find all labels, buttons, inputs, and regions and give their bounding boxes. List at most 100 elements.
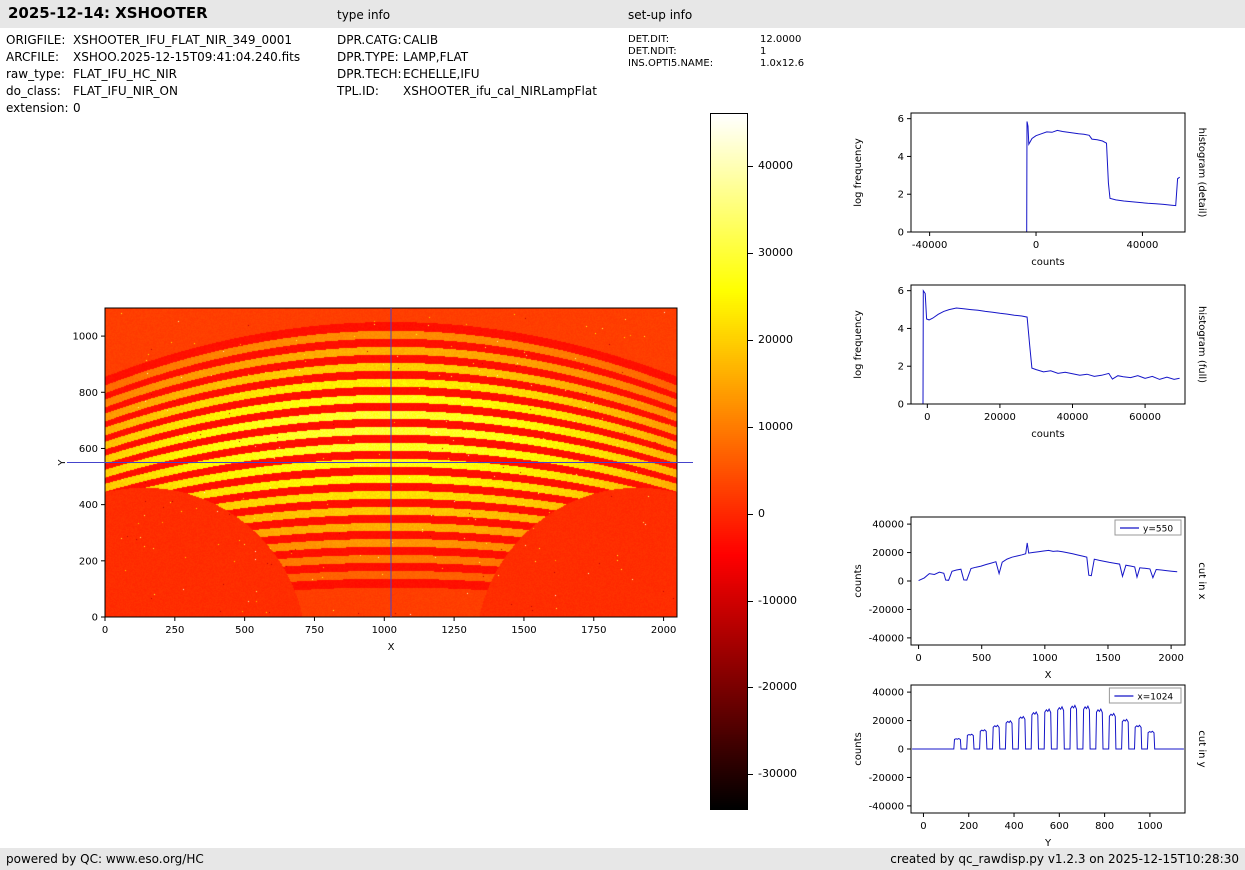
svg-text:40000: 40000 (872, 520, 904, 531)
raw_frame-axes: 0250500750100012501500175020000200400600… (40, 300, 720, 662)
svg-text:counts: counts (853, 564, 864, 597)
info-label: ARCFILE: (6, 49, 73, 66)
info-row: DET.DIT:12.0000 (628, 34, 804, 46)
svg-text:1500: 1500 (511, 625, 536, 636)
colorbar-tick-label: 0 (758, 507, 765, 520)
svg-text:200: 200 (959, 821, 978, 832)
info-value: 12.0000 (760, 34, 801, 46)
info-label: ORIGFILE: (6, 32, 73, 49)
svg-text:800: 800 (1095, 821, 1114, 832)
info-value: LAMP,FLAT (403, 49, 468, 66)
svg-text:500: 500 (972, 653, 991, 664)
info-label: raw_type: (6, 66, 73, 83)
svg-text:counts: counts (1031, 429, 1064, 440)
info-value: XSHOOTER_IFU_FLAT_NIR_349_0001 (73, 32, 292, 49)
svg-text:X: X (388, 642, 395, 653)
info-row: DPR.TYPE:LAMP,FLAT (337, 49, 597, 66)
svg-text:750: 750 (305, 625, 324, 636)
info-value: FLAT_IFU_HC_NIR (73, 66, 177, 83)
info-value: 1 (760, 46, 766, 58)
svg-text:log frequency: log frequency (853, 138, 864, 207)
svg-text:0: 0 (898, 745, 904, 756)
svg-text:250: 250 (165, 625, 184, 636)
svg-text:400: 400 (1004, 821, 1023, 832)
info-value: CALIB (403, 32, 438, 49)
svg-text:40000: 40000 (1057, 412, 1089, 423)
info-value: ECHELLE,IFU (403, 66, 480, 83)
cut_x-axes: 0500100015002000-40000-2000002000040000X… (840, 509, 1222, 683)
svg-text:0: 0 (92, 613, 98, 624)
qc-rawdisp-report: 2025-12-14: XSHOOTER type info set-up in… (0, 0, 1245, 870)
cut_y-axes: 02004006008001000-40000-2000002000040000… (840, 677, 1222, 851)
footer-qc-link[interactable]: www.eso.org/HC (106, 852, 204, 866)
colorbar-tick-label: 40000 (758, 159, 793, 172)
svg-text:0: 0 (102, 625, 108, 636)
footer-powered: powered by QC: www.eso.org/HC (6, 848, 204, 870)
svg-text:0: 0 (898, 577, 904, 588)
colorbar-tick (748, 774, 753, 775)
colorbar-tick-label: 20000 (758, 333, 793, 346)
svg-text:Y: Y (57, 459, 68, 467)
svg-text:0: 0 (1033, 240, 1039, 251)
svg-text:4: 4 (898, 152, 904, 163)
svg-text:4: 4 (898, 324, 904, 335)
svg-text:x=1024: x=1024 (1137, 693, 1173, 703)
info-label: DPR.TYPE: (337, 49, 403, 66)
histogram-full-plot: 02000040000600000246countslog frequencyh… (840, 277, 1222, 449)
footer-created: created by qc_rawdisp.py v1.2.3 on 2025-… (890, 848, 1239, 870)
svg-text:500: 500 (235, 625, 254, 636)
footer-powered-prefix: powered by QC: (6, 852, 106, 866)
colorbar-tick (748, 687, 753, 688)
hist_full-axes: 02000040000600000246countslog frequencyh… (840, 277, 1222, 449)
type-info-block: DPR.CATG:CALIB DPR.TYPE:LAMP,FLAT DPR.TE… (337, 32, 597, 100)
info-label: extension: (6, 100, 73, 117)
svg-text:1250: 1250 (441, 625, 466, 636)
svg-text:1000: 1000 (372, 625, 397, 636)
info-row: raw_type:FLAT_IFU_HC_NIR (6, 66, 300, 83)
svg-text:Y: Y (1044, 838, 1052, 849)
svg-text:-20000: -20000 (869, 605, 904, 616)
file-info-block: ORIGFILE:XSHOOTER_IFU_FLAT_NIR_349_0001 … (6, 32, 300, 117)
svg-text:0: 0 (920, 821, 926, 832)
svg-text:20000: 20000 (984, 412, 1016, 423)
svg-text:60000: 60000 (1129, 412, 1161, 423)
svg-text:y=550: y=550 (1143, 525, 1173, 535)
svg-text:-40000: -40000 (869, 633, 904, 644)
svg-text:1750: 1750 (581, 625, 606, 636)
histogram-detail-plot: -400000400000246countslog frequencyhisto… (840, 105, 1222, 277)
colorbar-tick-label: -20000 (758, 680, 797, 693)
info-label: DPR.TECH: (337, 66, 403, 83)
info-row: ARCFILE:XSHOO.2025-12-15T09:41:04.240.fi… (6, 49, 300, 66)
info-row: extension:0 (6, 100, 300, 117)
svg-text:1500: 1500 (1095, 653, 1120, 664)
setup-info-block: DET.DIT:12.0000 DET.NDIT:1 INS.OPTI5.NAM… (628, 34, 804, 70)
info-label: TPL.ID: (337, 83, 403, 100)
colorbar-tick (748, 166, 753, 167)
info-row: DPR.TECH:ECHELLE,IFU (337, 66, 597, 83)
info-label: INS.OPTI5.NAME: (628, 58, 760, 70)
svg-text:2: 2 (898, 362, 904, 373)
svg-text:-40000: -40000 (869, 801, 904, 812)
svg-text:0: 0 (924, 412, 930, 423)
svg-text:1000: 1000 (73, 332, 98, 343)
cut-in-x-plot: 0500100015002000-40000-2000002000040000X… (840, 509, 1222, 683)
info-label: do_class: (6, 83, 73, 100)
svg-text:600: 600 (1050, 821, 1069, 832)
svg-text:counts: counts (853, 732, 864, 765)
svg-text:20000: 20000 (872, 548, 904, 559)
svg-text:counts: counts (1031, 257, 1064, 268)
svg-text:cut in y: cut in y (1196, 730, 1207, 767)
info-value: FLAT_IFU_NIR_ON (73, 83, 178, 100)
svg-text:20000: 20000 (872, 716, 904, 727)
colorbar: 400003000020000100000-10000-20000-30000 (710, 113, 830, 813)
svg-text:600: 600 (79, 444, 98, 455)
info-label: DPR.CATG: (337, 32, 403, 49)
svg-text:histogram (full): histogram (full) (1196, 306, 1207, 383)
info-value: 1.0x12.6 (760, 58, 804, 70)
svg-text:6: 6 (898, 286, 904, 297)
page-title: 2025-12-14: XSHOOTER (8, 4, 208, 22)
info-row: TPL.ID:XSHOOTER_ifu_cal_NIRLampFlat (337, 83, 597, 100)
colorbar-tick (748, 253, 753, 254)
svg-text:log frequency: log frequency (853, 310, 864, 379)
info-value: XSHOOTER_ifu_cal_NIRLampFlat (403, 83, 597, 100)
